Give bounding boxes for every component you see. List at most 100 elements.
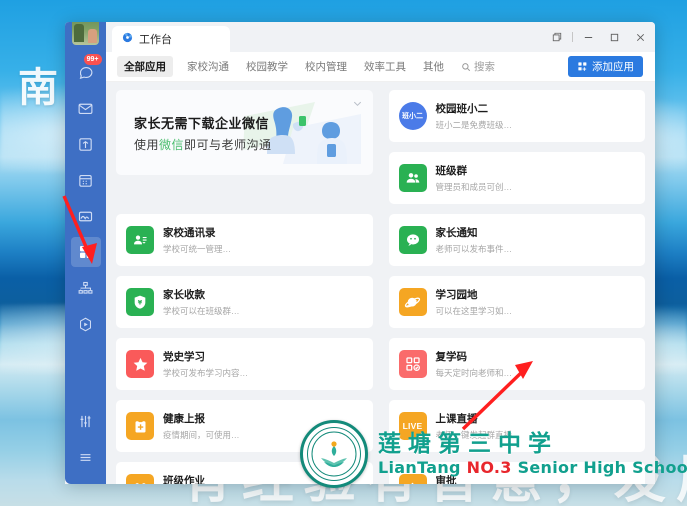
sidebar-item-contacts[interactable] <box>71 273 101 303</box>
app-title: 家长通知 <box>435 227 478 239</box>
add-app-button[interactable]: 添加应用 <box>568 56 643 77</box>
sidebar-item-live[interactable] <box>71 309 101 339</box>
clipboard-plus-icon <box>126 412 154 440</box>
search-icon <box>462 62 471 71</box>
avatar[interactable] <box>72 22 99 45</box>
app-title: 校园班小二 <box>435 103 489 115</box>
app-card-text: 党史学习学校可发布学习内容… <box>163 349 248 379</box>
promo-line2-highlight: 微信 <box>159 137 185 152</box>
tab-workbench[interactable]: 工作台 <box>112 26 230 52</box>
yuan-shield-icon: ¥ <box>126 288 154 316</box>
app-card-家长通知[interactable]: 家长通知老师可以发布事件… <box>388 214 645 266</box>
window-controls-separator <box>572 32 573 42</box>
school-name-en-number: NO.3 <box>466 457 512 477</box>
tab-other[interactable]: 其他 <box>423 59 444 74</box>
app-description: 老师可以发布事件… <box>435 244 513 254</box>
wecom-window: 工作台 99+ 全部应用 家校沟通 校园教学 校内管理 效率工具 其他 搜索 添… <box>65 22 655 484</box>
school-emblem-art <box>311 431 357 477</box>
qr-code-icon <box>398 350 427 378</box>
school-name-cn: 莲塘第三中学 <box>378 430 558 457</box>
homework-icon <box>126 474 154 484</box>
wallpaper-calligraphy-left: 南 <box>18 64 58 111</box>
app-title: 健康上报 <box>163 413 205 425</box>
planet-icon <box>398 288 427 316</box>
app-card-text: 家长通知老师可以发布事件… <box>436 225 513 255</box>
chevron-down-icon[interactable] <box>352 96 363 114</box>
app-card-text: 班级作业老师可以布置作业… <box>163 473 240 484</box>
chat-unread-badge: 99+ <box>83 54 102 65</box>
sidebar-item-chat[interactable]: 99+ <box>71 54 102 87</box>
app-card-text: 班级群管理员和成员可创… <box>436 163 513 193</box>
sidebar-item-calendar[interactable] <box>71 165 101 195</box>
app-card-text: 家校通讯录学校可统一管理… <box>163 225 231 255</box>
app-title: 班级群 <box>435 165 468 177</box>
wecom-logo-icon <box>122 32 133 46</box>
app-card-复学码[interactable]: 复学码 每天定时向老师和… <box>388 338 645 390</box>
app-description: 班小二是免费班级… <box>435 120 513 130</box>
app-description: 学校可以在班级群… <box>163 306 240 316</box>
sidebar-item-mail[interactable] <box>71 93 101 123</box>
app-description: 学校可发布学习内容… <box>163 368 249 378</box>
school-banner: 莲塘第三中学 LianTang NO.3 Senior High School <box>300 420 687 488</box>
search-placeholder: 搜索 <box>474 61 495 73</box>
app-card-学习园地[interactable]: 学习园地可以在这里学习如… <box>388 276 645 328</box>
search-input[interactable]: 搜索 <box>461 59 495 74</box>
app-card-校园班小二[interactable]: 班小二 校园班小二班小二是免费班级… <box>388 90 645 142</box>
school-name-en: LianTang NO.3 Senior High School <box>378 457 687 477</box>
app-card-家校通讯录[interactable]: 家校通讯录学校可统一管理… <box>116 214 373 266</box>
tab-productivity[interactable]: 效率工具 <box>364 59 406 74</box>
promo-line2-prefix: 使用 <box>134 137 160 152</box>
tab-campus-management[interactable]: 校内管理 <box>305 59 347 74</box>
app-card-班级群[interactable]: 班级群管理员和成员可创… <box>388 152 645 204</box>
wechat-icon <box>398 226 427 254</box>
star-icon <box>126 350 154 378</box>
close-window-button[interactable] <box>627 24 653 50</box>
app-card-text: 学习园地可以在这里学习如… <box>436 287 513 317</box>
app-title: 学习园地 <box>435 289 478 301</box>
school-name-en-suffix: Senior High School <box>511 457 687 477</box>
contact-book-icon <box>126 226 154 254</box>
tab-label: 工作台 <box>139 34 172 46</box>
app-card-text: 复学码 每天定时向老师和… <box>436 349 513 379</box>
app-description: 疫情期间，可使用… <box>163 430 240 440</box>
app-title: 党史学习 <box>163 351 205 363</box>
group-people-icon <box>398 164 427 192</box>
promo-banner-text: 家长无需下载企业微信 使用微信即可与老师沟通 <box>134 113 272 153</box>
app-card-text: 家长收款 学校可以在班级群… <box>163 287 240 317</box>
school-name-en-prefix: LianTang <box>378 457 467 477</box>
promo-line2-suffix: 即可与老师沟通 <box>184 137 272 152</box>
sidebar-item-drive[interactable] <box>71 201 101 231</box>
school-emblem <box>300 420 368 488</box>
window-controls <box>544 22 655 52</box>
app-card-家长收款[interactable]: ¥ 家长收款 学校可以在班级群… <box>116 276 373 328</box>
app-card-text: 校园班小二班小二是免费班级… <box>436 101 513 131</box>
tab-all-apps[interactable]: 全部应用 <box>117 56 173 77</box>
sidebar-item-workbench[interactable] <box>70 237 101 267</box>
app-card-党史学习[interactable]: 党史学习学校可发布学习内容… <box>116 338 373 390</box>
promo-banner[interactable]: 家长无需下载企业微信 使用微信即可与老师沟通 <box>116 90 373 175</box>
app-description: 管理员和成员可创… <box>435 182 513 192</box>
add-app-icon <box>578 62 587 71</box>
tab-campus-teaching[interactable]: 校园教学 <box>246 59 288 74</box>
班小二: 班小二 <box>398 102 427 130</box>
school-name-block: 莲塘第三中学 LianTang NO.3 Senior High School <box>378 430 687 477</box>
sidebar-item-settings[interactable] <box>71 406 101 436</box>
minimize-window-button[interactable] <box>575 24 601 50</box>
category-toolbar: 全部应用 家校沟通 校园教学 校内管理 效率工具 其他 搜索 添加应用 <box>106 52 655 82</box>
add-app-label: 添加应用 <box>592 61 634 73</box>
app-title: 复学码 <box>435 351 468 363</box>
maximize-window-button[interactable] <box>601 24 627 50</box>
window-titlebar: 工作台 <box>106 22 655 52</box>
app-card-text: 健康上报疫情期间，可使用… <box>163 411 240 441</box>
app-description: 可以在这里学习如… <box>435 306 513 316</box>
tab-home-school[interactable]: 家校沟通 <box>187 59 229 74</box>
app-title: 班级作业 <box>163 475 205 484</box>
sidebar-item-more[interactable] <box>71 442 101 472</box>
svg-text:¥: ¥ <box>138 299 143 306</box>
sidebar-item-docs[interactable] <box>71 129 101 159</box>
left-navigation-rail: 99+ <box>65 22 106 484</box>
app-description: 学校可统一管理… <box>163 244 232 254</box>
promo-banner-line1: 家长无需下载企业微信 <box>134 115 270 131</box>
app-title: 家校通讯录 <box>163 227 216 239</box>
restore-window-button[interactable] <box>544 24 570 50</box>
